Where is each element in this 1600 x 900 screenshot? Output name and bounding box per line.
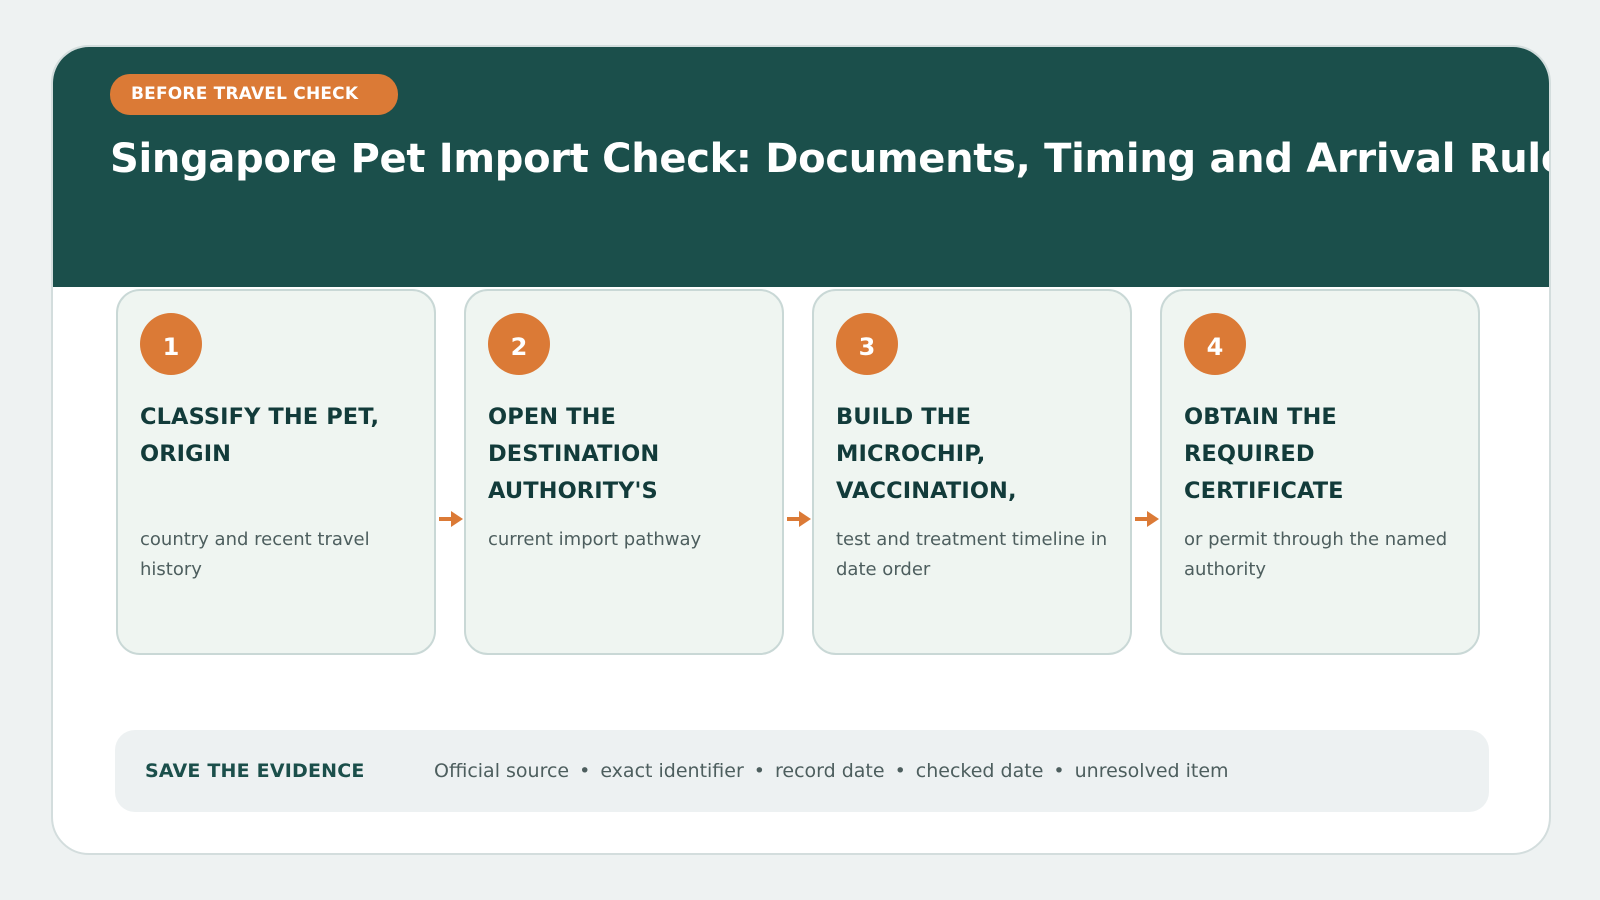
step-number-badge: 2: [488, 313, 550, 375]
step-card-1: 1 CLASSIFY THE PET, ORIGIN country and r…: [116, 289, 436, 655]
step-title: OPEN THE DESTINATION AUTHORITY'S: [488, 404, 660, 504]
evidence-label: SAVE THE EVIDENCE: [145, 760, 365, 782]
arrow-right-icon: [787, 511, 811, 527]
evidence-item: exact identifier: [600, 760, 744, 782]
separator-dot: •: [1053, 760, 1065, 782]
evidence-item: record date: [775, 760, 885, 782]
step-description: test and treatment timeline in date orde…: [836, 529, 1108, 580]
evidence-items: Official source • exact identifier • record …: [434, 730, 1229, 812]
arrow-right-icon: [439, 511, 463, 527]
step-number-badge: 4: [1184, 313, 1246, 375]
header-banner: BEFORE TRAVEL CHECK Singapore Pet Import…: [53, 47, 1549, 287]
step-card-3: 3 BUILD THE MICROCHIP, VACCINATION, test…: [812, 289, 1132, 655]
separator-dot: •: [894, 760, 906, 782]
separator-dot: •: [579, 760, 591, 782]
step-description: current import pathway: [488, 529, 702, 550]
evidence-item: Official source: [434, 760, 570, 782]
separator-dot: •: [753, 760, 765, 782]
step-number-badge: 3: [836, 313, 898, 375]
page-title: Singapore Pet Import Check: Documents, T…: [110, 136, 1551, 182]
step-card-4: 4 OBTAIN THE REQUIRED CERTIFICATE or per…: [1160, 289, 1480, 655]
step-description: or permit through the named authority: [1184, 529, 1448, 580]
step-title: OBTAIN THE REQUIRED CERTIFICATE: [1184, 404, 1344, 504]
step-number-badge: 1: [140, 313, 202, 375]
evidence-item: checked date: [915, 760, 1044, 782]
evidence-bar: SAVE THE EVIDENCE Official source • exact …: [115, 730, 1489, 812]
step-card-2: 2 OPEN THE DESTINATION AUTHORITY'S curre…: [464, 289, 784, 655]
step-description: country and recent travel history: [140, 529, 370, 580]
evidence-item: unresolved item: [1074, 760, 1229, 782]
step-title: BUILD THE MICROCHIP, VACCINATION,: [836, 404, 1017, 504]
badge-before-travel-check: BEFORE TRAVEL CHECK: [110, 74, 398, 115]
arrow-right-icon: [1135, 511, 1159, 527]
step-title: CLASSIFY THE PET, ORIGIN: [140, 404, 380, 467]
